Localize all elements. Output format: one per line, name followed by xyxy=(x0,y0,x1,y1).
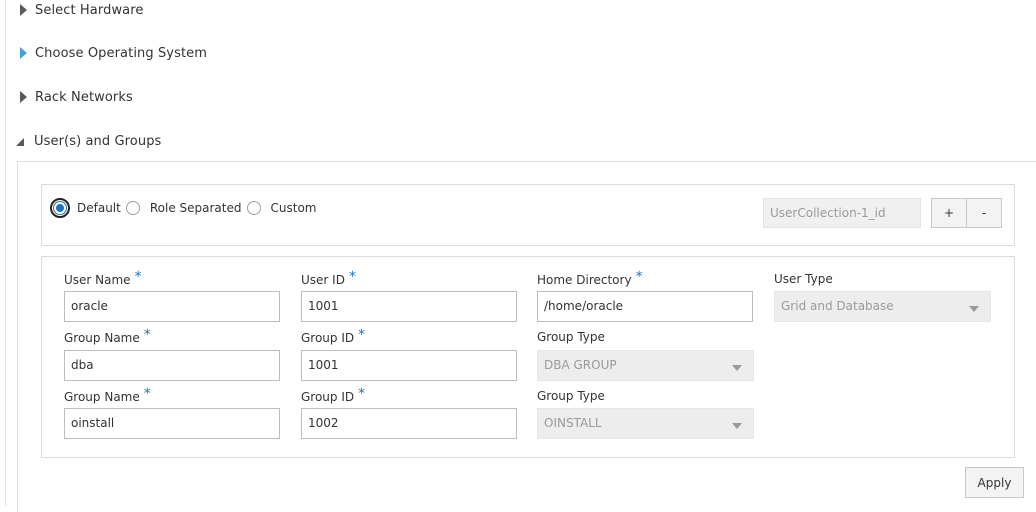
user-id-label: User ID * xyxy=(301,269,356,287)
radio-label: Default xyxy=(77,201,121,215)
user-name-label: User Name * xyxy=(64,269,142,287)
required-marker: * xyxy=(348,269,356,285)
section-title: Choose Operating System xyxy=(35,45,208,61)
apply-button[interactable]: Apply xyxy=(965,467,1024,498)
group-name-input[interactable]: oinstall xyxy=(64,408,280,439)
group-id-input[interactable]: 1002 xyxy=(301,408,517,439)
user-type-label: User Type xyxy=(774,272,833,286)
radio-label: Custom xyxy=(270,201,317,215)
group-name-label: Group Name * xyxy=(64,327,151,345)
user-id-input[interactable]: 1001 xyxy=(301,291,517,322)
remove-collection-button[interactable]: - xyxy=(966,198,1002,228)
group-name-input[interactable]: dba xyxy=(64,350,280,381)
radio-selected-icon[interactable] xyxy=(50,198,70,218)
left-border xyxy=(5,0,6,506)
user-collection-id-field: UserCollection-1_id xyxy=(763,198,921,228)
add-collection-button[interactable]: + xyxy=(931,198,967,228)
required-marker: * xyxy=(358,386,366,402)
section-users-groups[interactable]: User(s) and Groups xyxy=(16,131,162,151)
required-marker: * xyxy=(358,327,366,343)
group-type-select: DBA GROUP xyxy=(537,350,754,381)
radio-unselected-icon[interactable] xyxy=(125,201,140,215)
group-name-label: Group Name * xyxy=(64,386,151,404)
chevron-down-icon xyxy=(969,306,979,312)
group-id-label: Group ID * xyxy=(301,327,366,345)
required-marker: * xyxy=(134,269,142,285)
radio-custom[interactable]: Custom xyxy=(246,201,322,215)
required-marker: * xyxy=(143,386,151,402)
section-choose-os[interactable]: Choose Operating System xyxy=(20,43,207,63)
section-title: Select Hardware xyxy=(35,2,144,18)
group-id-label: Group ID * xyxy=(301,386,366,404)
section-title: User(s) and Groups xyxy=(34,133,162,149)
group-type-select: OINSTALL xyxy=(537,408,754,439)
section-title: Rack Networks xyxy=(35,89,133,105)
section-select-hardware[interactable]: Select Hardware xyxy=(20,0,144,20)
group-id-input[interactable]: 1001 xyxy=(301,350,517,381)
chevron-down-icon xyxy=(732,423,742,429)
radio-default[interactable]: Default xyxy=(50,198,126,218)
group-type-label: Group Type xyxy=(537,389,605,403)
home-directory-input[interactable]: /home/oracle xyxy=(537,291,753,322)
expand-triangle-icon xyxy=(20,3,34,17)
required-marker: * xyxy=(635,269,643,285)
radio-label: Role Separated xyxy=(149,201,242,215)
expand-triangle-icon xyxy=(20,46,34,60)
user-type-select: Grid and Database xyxy=(774,291,991,322)
group-type-label: Group Type xyxy=(537,330,605,344)
section-rack-networks[interactable]: Rack Networks xyxy=(20,87,133,107)
collapse-triangle-icon xyxy=(16,134,33,148)
user-config-radio-group: Default Role Separated Custom xyxy=(50,198,322,218)
required-marker: * xyxy=(143,327,151,343)
radio-unselected-icon[interactable] xyxy=(246,201,261,215)
chevron-down-icon xyxy=(732,365,742,371)
radio-role-separated[interactable]: Role Separated xyxy=(125,201,247,215)
home-directory-label: Home Directory * xyxy=(537,269,643,287)
expand-triangle-icon xyxy=(20,90,34,104)
user-name-input[interactable]: oracle xyxy=(64,291,280,322)
